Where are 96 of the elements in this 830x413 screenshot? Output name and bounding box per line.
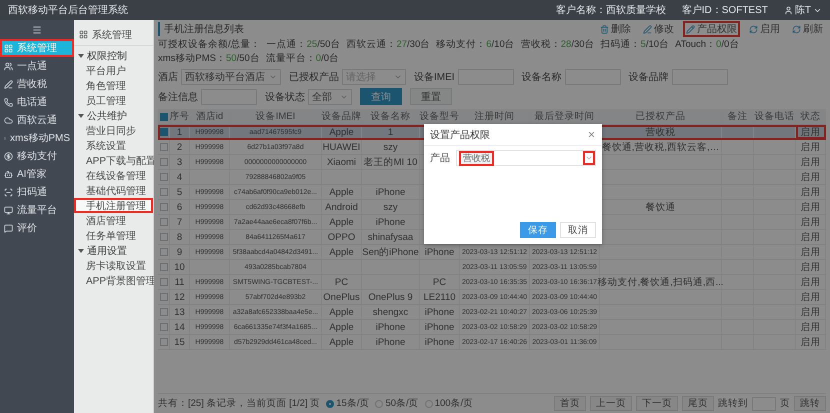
filter-label: 设备IMEI [414, 71, 455, 84]
table-cell: Apple [322, 245, 362, 259]
table-cell: 7 [170, 215, 190, 229]
filter-label: 设备品牌 [628, 71, 669, 84]
table-cell: Sen的iPhone [362, 245, 420, 259]
table-cell: 10 [170, 260, 190, 274]
table-cell: szy [362, 200, 420, 214]
table-cell: szy [362, 140, 420, 154]
status-cell: 启用 [796, 305, 826, 319]
app-title: 西软移动平台后台管理系统 [8, 4, 128, 17]
status-cell: 启用 [796, 335, 826, 349]
table-cell: Android [322, 200, 362, 214]
status-cell: 启用 [796, 215, 826, 229]
table-cell: 3 [170, 155, 190, 169]
status-cell: 启用 [796, 185, 826, 199]
table-cell: 8 [170, 230, 190, 244]
column-header: 设备名称 [362, 109, 420, 124]
table-cell: 14 [170, 320, 190, 334]
status-cell: 启用 [796, 290, 826, 304]
status-cell: 启用 [796, 245, 826, 259]
quota-stat: 一点通：25/50台 [266, 38, 340, 51]
status-cell: 启用 [796, 275, 826, 289]
quota-label: 可授权设备余额/总量： [158, 38, 261, 51]
status-cell: 启用 [796, 260, 826, 274]
column-header: 状态 [796, 109, 826, 124]
filter-label: 设备状态 [265, 90, 305, 104]
quota-stat: 西软云通：27/30台 [346, 38, 430, 51]
table-cell: 9 [170, 245, 190, 259]
table-cell: shengxc [362, 305, 420, 319]
column-header: 酒店id [190, 109, 230, 124]
jump-label: 跳转到 [718, 397, 748, 410]
table-cell: shinafysaa [362, 230, 420, 244]
quota-stat: 流量平台：0/0台 [266, 52, 340, 65]
table-cell: iPhone [362, 215, 420, 229]
filter-label: 备注信息 [158, 90, 198, 104]
dialog-title: 设置产品权限 [430, 128, 490, 142]
quota-stat: 扫码通：5/10台 [600, 38, 670, 51]
status-cell: 启用 [796, 155, 826, 169]
status-cell: 启用 [796, 200, 826, 214]
sub-nav-header: 系统管理 [74, 24, 153, 46]
table-cell: Xiaomi [322, 155, 362, 169]
table-cell: Apple [322, 215, 362, 229]
table-cell: 2 [170, 140, 190, 154]
customer-name: 客户名称：西软质量学校 [556, 4, 666, 17]
table-cell: 13 [170, 305, 190, 319]
table-cell: Apple [322, 125, 362, 139]
jump-unit: 页 [780, 397, 790, 410]
field-label: 产品 [430, 152, 450, 165]
table-cell: 12 [170, 290, 190, 304]
table-cell: 5 [170, 185, 190, 199]
column-header: 设备品牌 [322, 109, 362, 124]
status-cell: 启用 [796, 230, 826, 244]
table-cell: iPhone [420, 305, 460, 319]
table-cell: 1 [362, 125, 420, 139]
table-cell: PC [420, 275, 460, 289]
customer-id: 客户ID：SOFTEST [682, 4, 768, 17]
table-cell: Apple [322, 335, 362, 349]
column-header: 设备电话 [754, 109, 796, 124]
table-cell: HUAWEI [322, 140, 362, 154]
table-cell: iPhone [420, 320, 460, 334]
column-header: 备注 [722, 109, 754, 124]
status-cell: 启用 [796, 320, 826, 334]
table-cell: PC [322, 275, 362, 289]
table-cell: OnePlus 9 [362, 290, 420, 304]
table-cell: iPhone [362, 185, 420, 199]
status-cell: 启用 [796, 140, 826, 154]
table-cell: 移动支付,餐饮通,扫码通,西... [600, 275, 722, 289]
table-cell: Apple [322, 305, 362, 319]
table-cell: 1 [170, 125, 190, 139]
status-cell: 启用 [796, 125, 826, 139]
table-cell: 11 [170, 275, 190, 289]
table-cell: 6 [170, 200, 190, 214]
table-cell: 15 [170, 335, 190, 349]
status-cell: 启用 [796, 170, 826, 184]
filter-label: 已授权产品 [289, 70, 339, 84]
filter-label: 设备名称 [522, 71, 562, 84]
quota-stat: 移动支付：6/10台 [436, 38, 515, 51]
table-cell: iPhone [362, 335, 420, 349]
column-header: 设备IMEI [230, 109, 322, 124]
column-header: 序号 [170, 109, 190, 124]
table-cell: 老王的MI 10 [362, 155, 420, 169]
table-cell: OPPO [322, 230, 362, 244]
record-summary: 共有：[25] 条记录，当前页面 [1/2] 页 [158, 397, 320, 410]
table-cell: iPhone [420, 245, 460, 259]
filter-label: 酒店 [158, 70, 178, 84]
table-cell: iPhone [362, 320, 420, 334]
quota-stat: 营收税：28/30台 [520, 38, 595, 51]
quota-stat: xms移动PMS：50/50台 [158, 52, 260, 65]
page-title: 手机注册信息列表 [158, 22, 244, 36]
quota-stat: ATouch：0/0台 [675, 38, 740, 51]
table-cell: Apple [322, 185, 362, 199]
table-cell: OnePlus [322, 290, 362, 304]
table-cell: LE2110 [420, 290, 460, 304]
table-cell: 4 [170, 170, 190, 184]
table-cell: iPhone [420, 335, 460, 349]
table-cell: Apple [322, 320, 362, 334]
